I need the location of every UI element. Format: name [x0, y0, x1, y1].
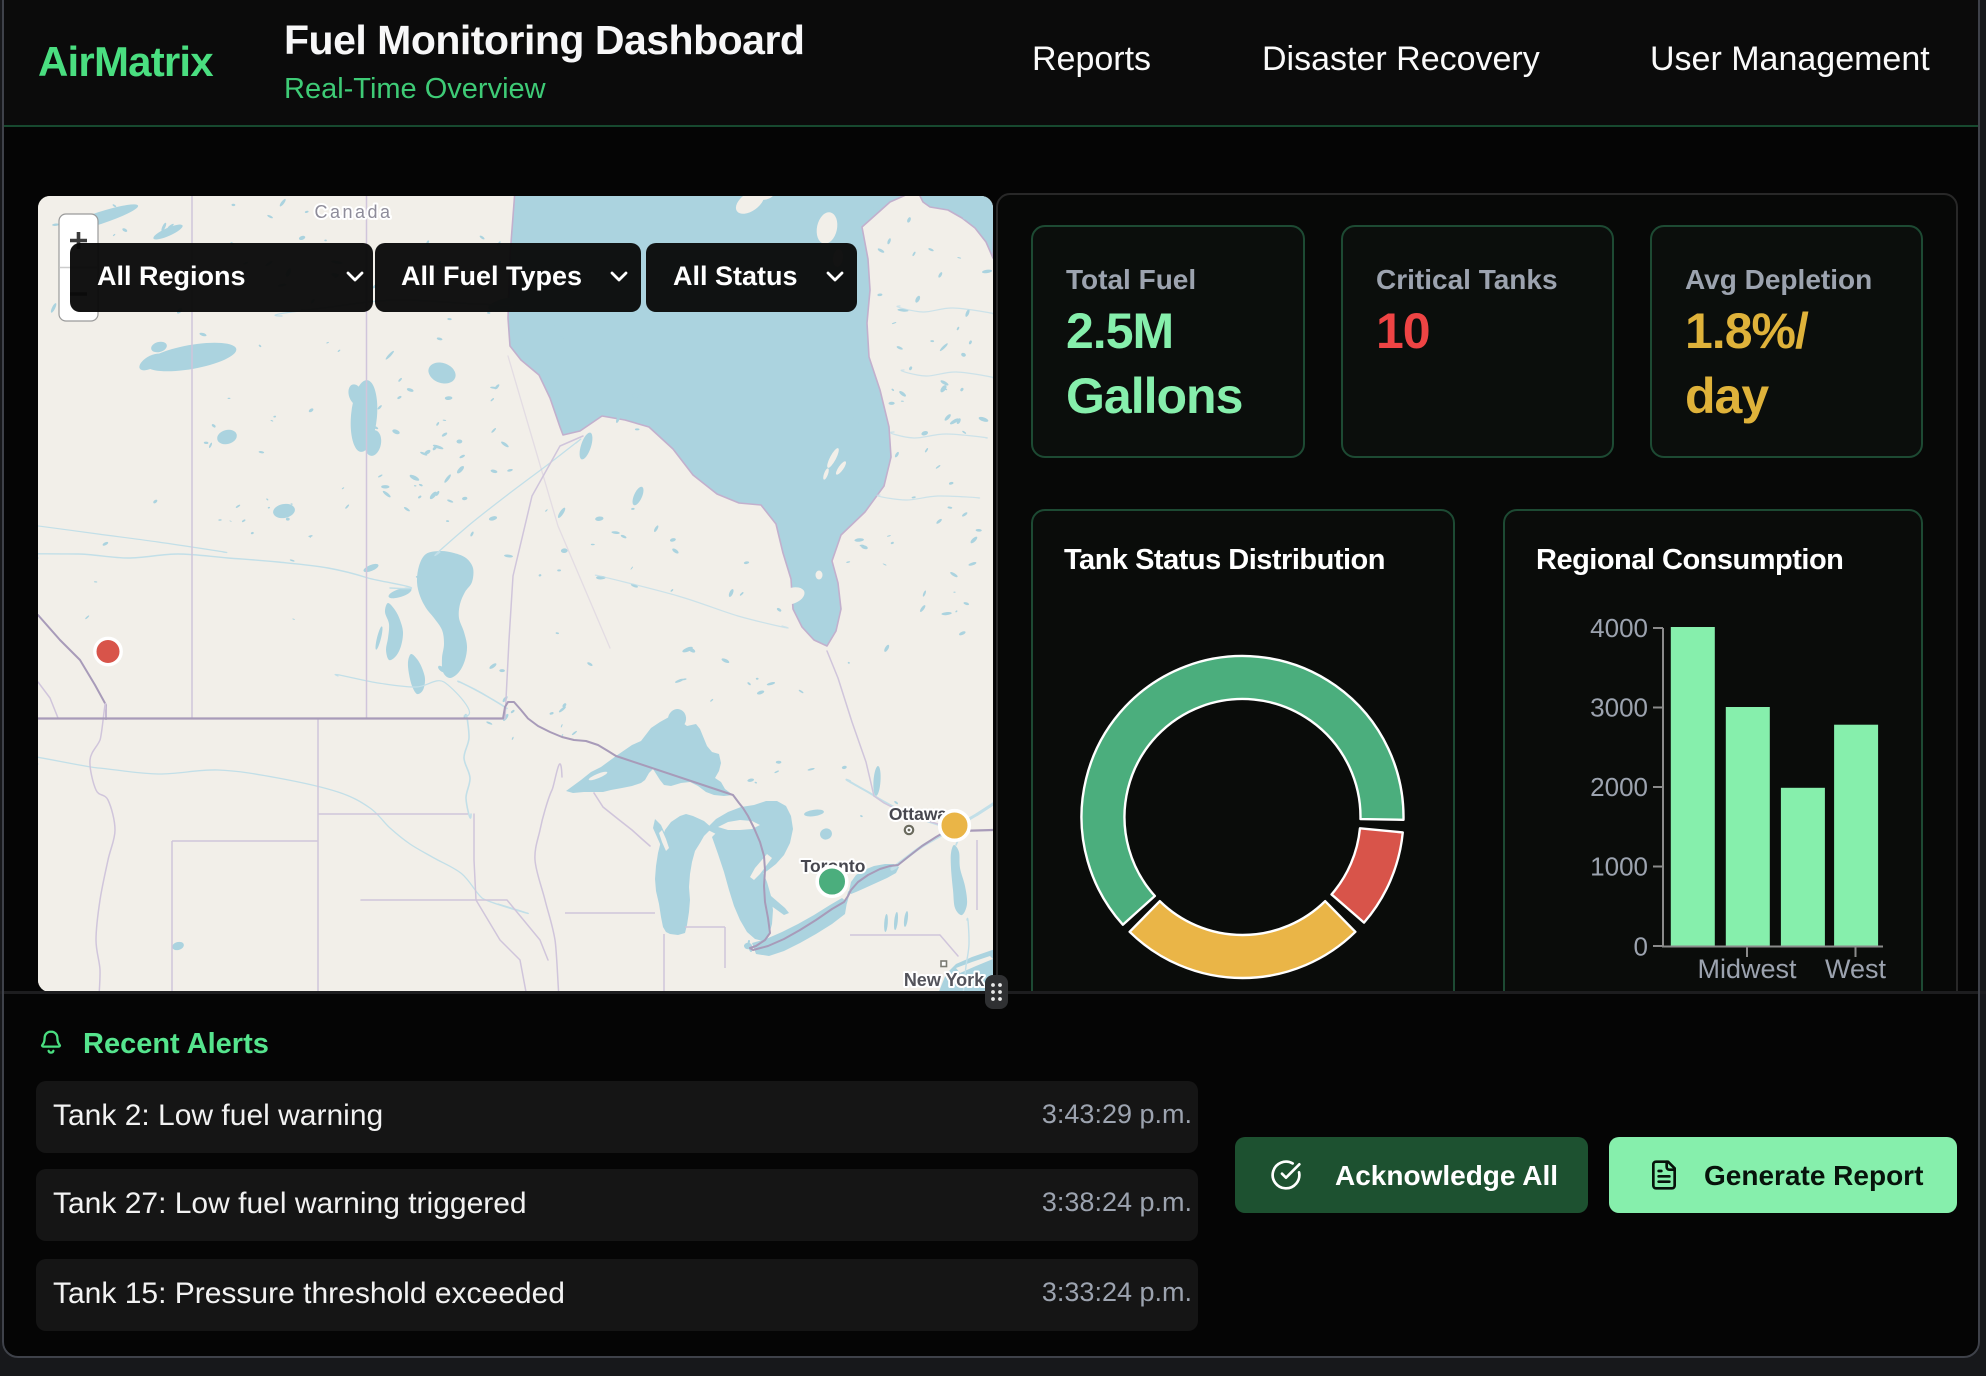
svg-text:Canada: Canada	[314, 202, 392, 222]
svg-text:New York: New York	[904, 970, 985, 990]
svg-text:0: 0	[1634, 932, 1648, 962]
svg-text:2000: 2000	[1590, 772, 1648, 802]
svg-text:3000: 3000	[1590, 693, 1648, 723]
svg-text:1000: 1000	[1590, 852, 1648, 882]
svg-text:Midwest: Midwest	[1697, 954, 1797, 984]
svg-text:4000: 4000	[1590, 613, 1648, 643]
svg-text:West: West	[1825, 954, 1887, 984]
